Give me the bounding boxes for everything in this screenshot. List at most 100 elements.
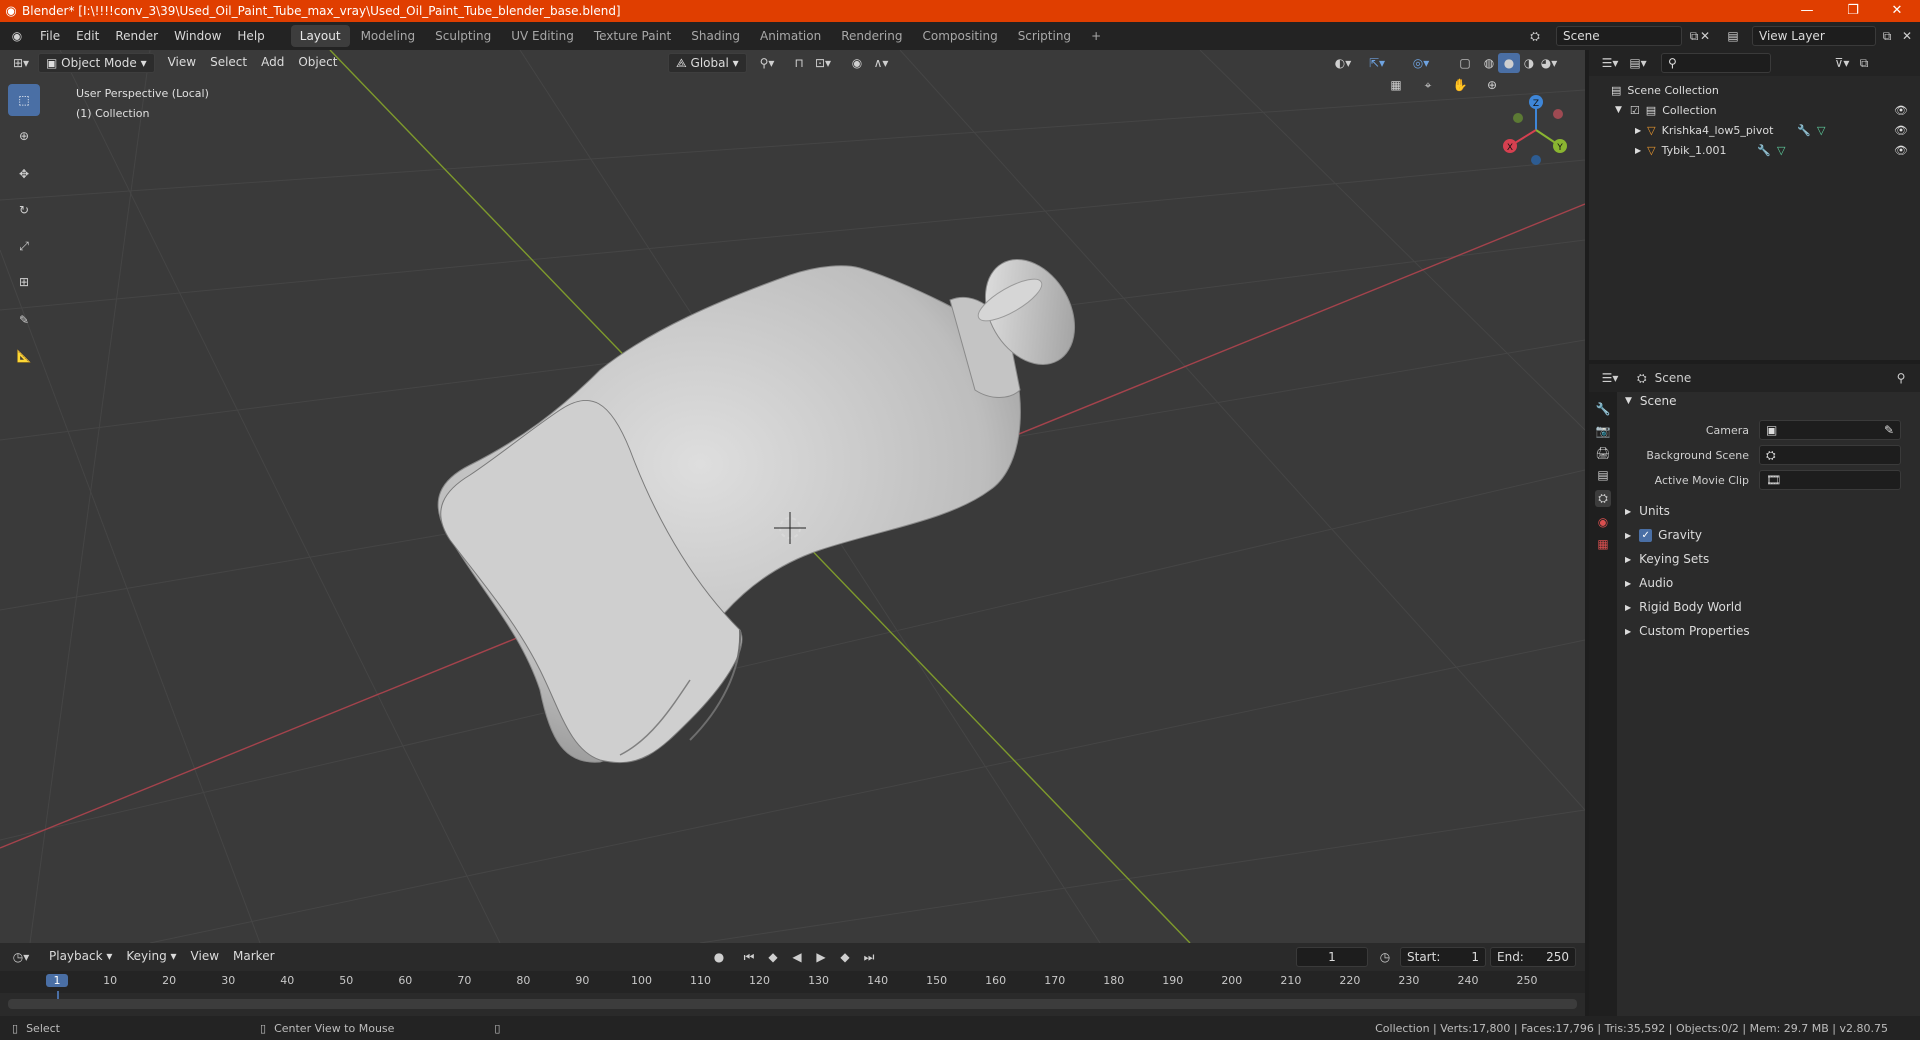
keying-sets-panel-header[interactable]: ▶ Keying Sets xyxy=(1617,547,1920,571)
eye-icon[interactable]: 👁 xyxy=(1894,104,1908,117)
display-mode-icon[interactable]: ▤▾ xyxy=(1627,53,1649,73)
timeline-menu-marker[interactable]: Marker xyxy=(226,947,281,967)
select-box-tool-icon[interactable]: ⬚ xyxy=(8,84,40,116)
tree-row-scene-collection[interactable]: ▤ Scene Collection xyxy=(1589,80,1920,100)
menu-help[interactable]: Help xyxy=(229,25,272,47)
editor-type-icon[interactable]: ⊞▾ xyxy=(10,53,32,73)
play-icon[interactable]: ▶ xyxy=(810,947,832,967)
rotate-tool-icon[interactable]: ↻ xyxy=(8,194,40,226)
solid-shading-icon[interactable]: ● xyxy=(1498,53,1520,73)
rendered-shading-icon[interactable]: ◕▾ xyxy=(1538,53,1560,73)
scale-tool-icon[interactable]: ⤢ xyxy=(8,230,40,262)
expand-arrow-icon[interactable]: ▶ xyxy=(1625,555,1631,564)
expand-arrow-icon[interactable]: ▶ xyxy=(1625,627,1631,636)
filter-icon[interactable]: ⊽▾ xyxy=(1831,53,1853,73)
expand-arrow-icon[interactable]: ▶ xyxy=(1625,507,1631,516)
units-panel-header[interactable]: ▶ Units xyxy=(1617,499,1920,523)
measure-tool-icon[interactable]: 📐 xyxy=(8,340,40,372)
tab-shading[interactable]: Shading xyxy=(682,25,749,47)
add-workspace-icon[interactable]: + xyxy=(1082,25,1110,47)
scene-name-field[interactable]: Scene xyxy=(1556,26,1682,46)
menu-render[interactable]: Render xyxy=(107,25,166,47)
viewport-menu-object[interactable]: Object xyxy=(291,53,344,73)
gravity-checkbox[interactable]: ✓ xyxy=(1639,528,1653,542)
timeline-menu-playback[interactable]: Playback ▾ xyxy=(42,947,119,967)
view-layer-field[interactable]: View Layer xyxy=(1752,26,1876,46)
timeline-menu-view[interactable]: View xyxy=(184,947,226,967)
background-scene-field[interactable]: ⛭ xyxy=(1759,445,1901,465)
tab-modeling[interactable]: Modeling xyxy=(352,25,425,47)
eyedropper-icon[interactable]: ✎ xyxy=(1884,421,1894,439)
current-frame-field[interactable]: 1 xyxy=(1296,947,1368,967)
jump-end-icon[interactable]: ⏭ xyxy=(858,947,880,967)
properties-editor-type-icon[interactable]: ☰▾ xyxy=(1599,368,1621,388)
jump-start-icon[interactable]: ⏮ xyxy=(738,947,760,967)
menu-window[interactable]: Window xyxy=(166,25,229,47)
scene-tab-icon[interactable]: ⛭ xyxy=(1595,490,1611,507)
tab-compositing[interactable]: Compositing xyxy=(913,25,1006,47)
output-tab-icon[interactable]: 🖨 xyxy=(1595,446,1610,460)
tab-animation[interactable]: Animation xyxy=(751,25,830,47)
play-reverse-icon[interactable]: ◀ xyxy=(786,947,808,967)
tab-texture-paint[interactable]: Texture Paint xyxy=(585,25,680,47)
overlay-toggle-icon[interactable]: ◎▾ xyxy=(1410,53,1432,73)
viewport-menu-add[interactable]: Add xyxy=(254,53,291,73)
navigation-gizmo[interactable]: Z X Y xyxy=(1496,90,1576,170)
annotate-tool-icon[interactable]: ✎ xyxy=(8,304,40,336)
paint-tube-model[interactable] xyxy=(437,244,1093,764)
gravity-panel-header[interactable]: ▶ ✓ Gravity xyxy=(1617,523,1920,547)
tree-row-collection[interactable]: ▼ ☑ ▤ Collection 👁 xyxy=(1589,100,1920,120)
expand-arrow-icon[interactable]: ▶ xyxy=(1635,146,1641,155)
frame-ruler[interactable]: 1 10 20 30 40 50 60 70 80 90 100 110 120 130 140 150 160… xyxy=(0,971,1585,1005)
delete-view-layer-icon[interactable]: ✕ xyxy=(1896,26,1918,46)
expand-arrow-icon[interactable]: ▶ xyxy=(1625,531,1631,540)
restore-icon[interactable]: ❐ xyxy=(1830,0,1876,22)
rigid-body-panel-header[interactable]: ▶ Rigid Body World xyxy=(1617,595,1920,619)
tab-rendering[interactable]: Rendering xyxy=(832,25,911,47)
expand-arrow-icon[interactable]: ▶ xyxy=(1625,603,1631,612)
menu-edit[interactable]: Edit xyxy=(68,25,107,47)
view-layer-browse-icon[interactable]: ▤ xyxy=(1722,26,1744,46)
cursor-tool-icon[interactable]: ⊕ xyxy=(8,120,40,152)
timeline-scrollbar[interactable] xyxy=(8,999,1577,1009)
movie-clip-field[interactable]: 🎞 xyxy=(1759,470,1901,490)
new-view-layer-icon[interactable]: ⧉ xyxy=(1876,26,1898,46)
proportional-edit-icon[interactable]: ◉ xyxy=(846,53,868,73)
expand-arrow-icon[interactable]: ▶ xyxy=(1625,579,1631,588)
prev-keyframe-icon[interactable]: ◆ xyxy=(762,947,784,967)
xray-icon[interactable]: ▢ xyxy=(1454,53,1476,73)
viewport-menu-view[interactable]: View xyxy=(161,53,203,73)
move-tool-icon[interactable]: ✥ xyxy=(8,158,40,190)
world-tab-icon[interactable]: ◉ xyxy=(1598,515,1608,529)
eye-icon[interactable]: 👁 xyxy=(1894,144,1908,157)
falloff-icon[interactable]: ∧▾ xyxy=(870,53,892,73)
render-tab-icon[interactable]: 📷 xyxy=(1596,424,1611,438)
snap-icon[interactable]: ⊓ xyxy=(788,53,810,73)
expand-arrow-icon[interactable]: ▶ xyxy=(1635,126,1641,135)
scene-panel-header[interactable]: ▼ Scene xyxy=(1617,389,1920,413)
gizmo-toggle-icon[interactable]: ⇱▾ xyxy=(1366,53,1388,73)
pin-icon[interactable]: ⚲ xyxy=(1890,368,1912,388)
eye-icon[interactable]: 👁 xyxy=(1894,124,1908,137)
outliner-search-input[interactable]: ⚲ xyxy=(1661,53,1771,73)
end-frame-field[interactable]: End: 250 xyxy=(1490,947,1576,967)
start-frame-field[interactable]: Start: 1 xyxy=(1400,947,1486,967)
next-keyframe-icon[interactable]: ◆ xyxy=(834,947,856,967)
visibility-icon[interactable]: ◐▾ xyxy=(1332,53,1354,73)
transform-orientation-dropdown[interactable]: ⟁ Global ▾ xyxy=(668,53,747,73)
tool-tab-icon[interactable]: 🔧 xyxy=(1596,402,1611,416)
expand-arrow-icon[interactable]: ▼ xyxy=(1615,105,1622,115)
tree-row-object[interactable]: ▶ ▽ Tybik_1.001 🔧 ▽ 👁 xyxy=(1589,140,1920,160)
preview-range-icon[interactable]: ◷ xyxy=(1374,947,1396,967)
transform-tool-icon[interactable]: ⊞ xyxy=(8,266,40,298)
scene-browse-icon[interactable]: ⛭ xyxy=(1524,26,1546,46)
custom-properties-panel-header[interactable]: ▶ Custom Properties xyxy=(1617,619,1920,643)
minimize-icon[interactable]: — xyxy=(1784,0,1830,22)
close-icon[interactable]: ✕ xyxy=(1874,0,1920,22)
material-shading-icon[interactable]: ◑ xyxy=(1518,53,1540,73)
tab-scripting[interactable]: Scripting xyxy=(1009,25,1080,47)
checkbox-icon[interactable]: ☑ xyxy=(1630,104,1640,117)
new-collection-icon[interactable]: ⧉ xyxy=(1853,53,1875,73)
pivot-icon[interactable]: ⚲▾ xyxy=(756,53,778,73)
camera-field[interactable]: ▣ ✎ xyxy=(1759,420,1901,440)
